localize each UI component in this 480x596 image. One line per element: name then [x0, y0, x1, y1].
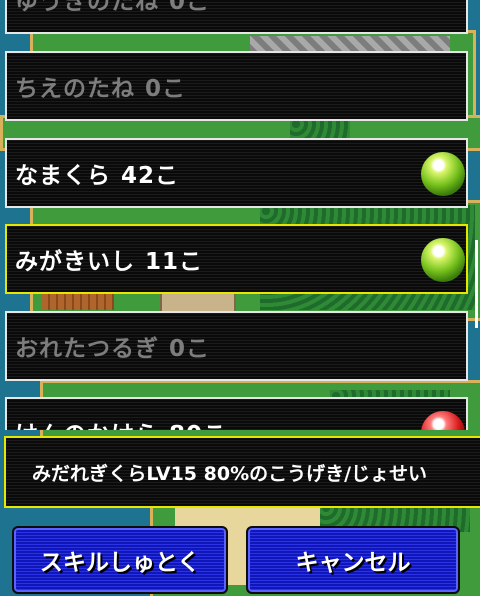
cancel-button[interactable]: キャンセル [246, 526, 460, 594]
item-quantity: 0こ [169, 0, 211, 15]
item-row-chie-seed[interactable]: ちえのたね 0こ [5, 51, 468, 121]
scroll-indicator[interactable] [475, 240, 478, 328]
item-name: おれたつるぎ [15, 336, 159, 362]
item-row-oretatsurugi[interactable]: おれたつるぎ 0こ [5, 311, 468, 381]
item-quantity: 0こ [145, 76, 187, 102]
skill-description-box: みだれぎくらLV15 80%のこうげき/じょせい [4, 436, 480, 508]
item-name: みがきいし [15, 249, 135, 275]
item-quantity: 0こ [169, 336, 211, 362]
item-row-namakura[interactable]: なまくら 42こ [5, 138, 468, 208]
green-orb-icon [421, 238, 465, 282]
item-name: ちえのたね [15, 76, 135, 102]
item-row-ken-kakera[interactable]: けんのかけら 80こ [5, 397, 468, 430]
item-row-migakiishi[interactable]: みがきいし 11こ [5, 224, 468, 294]
item-name: ゆうきのたね [15, 0, 159, 15]
item-quantity: 42こ [121, 163, 180, 189]
item-list: ゆうきのたね 0こ ちえのたね 0こ なまくら 42こ みがきいし 11こ おれ… [0, 0, 480, 430]
item-name: なまくら [15, 163, 111, 189]
item-quantity: 80こ [169, 415, 227, 430]
learn-skill-label: スキルしゅとく [39, 550, 201, 576]
item-name: けんのかけら [15, 415, 159, 430]
cancel-label: キャンセル [295, 550, 411, 576]
green-orb-icon [421, 152, 465, 196]
skill-description-text: みだれぎくらLV15 80%のこうげき/じょせい [32, 462, 428, 485]
item-quantity: 11こ [145, 249, 204, 275]
red-orb-icon [421, 411, 465, 430]
learn-skill-button[interactable]: スキルしゅとく [12, 526, 228, 594]
item-row-yuuki-seed[interactable]: ゆうきのたね 0こ [5, 0, 468, 34]
